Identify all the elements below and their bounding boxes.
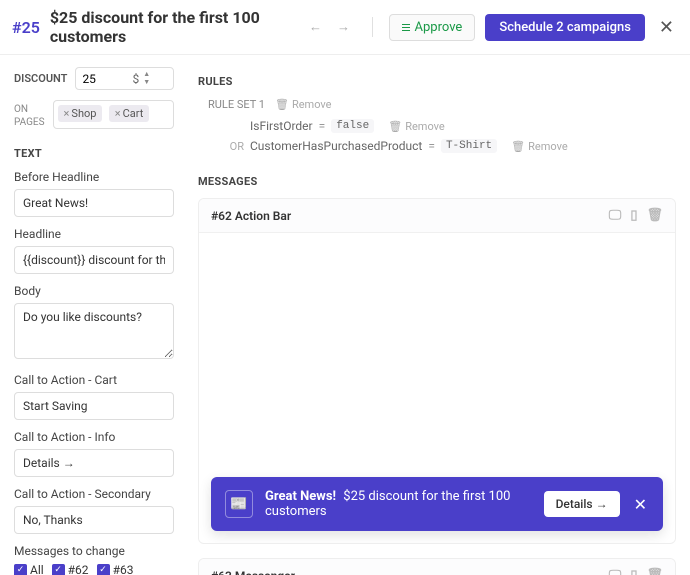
mobile-icon[interactable]: ▯ bbox=[630, 568, 637, 575]
pages-field[interactable]: ×Shop ×Cart bbox=[53, 100, 174, 129]
divider bbox=[372, 17, 373, 37]
action-bar-banner: 📰 Great News! $25 discount for the first… bbox=[211, 477, 663, 531]
cta-cart-input[interactable] bbox=[14, 392, 174, 420]
message-card-title: #62 Action Bar bbox=[211, 209, 609, 223]
trash-icon: 🗑 bbox=[275, 98, 289, 111]
body-textarea[interactable] bbox=[14, 303, 174, 359]
discount-field[interactable]: $ ▲▼ bbox=[75, 67, 174, 90]
cta-info-label: Call to Action - Info bbox=[14, 430, 174, 444]
headline-input[interactable] bbox=[14, 246, 174, 274]
close-icon[interactable]: ✕ bbox=[655, 17, 678, 38]
prev-icon[interactable]: ← bbox=[304, 15, 328, 39]
discount-unit: $ bbox=[132, 72, 139, 86]
main-area: RULES RULE SET 1 🗑Remove IsFirstOrder = … bbox=[188, 55, 690, 575]
cta-secondary-label: Call to Action - Secondary bbox=[14, 487, 174, 501]
cta-info-input[interactable] bbox=[14, 449, 174, 477]
checkbox-all[interactable]: ✓ bbox=[14, 564, 27, 575]
nav-buttons: ← → bbox=[304, 15, 356, 39]
campaign-id: #25 bbox=[12, 18, 40, 37]
trash-icon: 🗑 bbox=[388, 120, 402, 133]
message-preview: 📰 Great News! $25 discount for the first… bbox=[199, 233, 675, 543]
text-section-header: TEXT bbox=[14, 147, 174, 160]
rule-or-label: OR bbox=[218, 140, 244, 153]
before-headline-input[interactable] bbox=[14, 189, 174, 217]
banner-close-icon[interactable]: ✕ bbox=[632, 495, 649, 514]
approve-icon bbox=[402, 24, 410, 31]
checkbox-63[interactable]: ✓ bbox=[97, 564, 110, 575]
body-label: Body bbox=[14, 284, 174, 298]
quantity-stepper[interactable]: ▲▼ bbox=[143, 71, 150, 86]
banner-headline: Great News! bbox=[265, 489, 336, 504]
banner-text: Great News! $25 discount for the first 1… bbox=[265, 489, 532, 519]
trash-icon[interactable]: 🗑 bbox=[646, 208, 663, 223]
page-title: $25 discount for the first 100 customers bbox=[50, 8, 294, 46]
approve-button[interactable]: Approve bbox=[389, 14, 476, 41]
desktop-icon[interactable]: 🖵 bbox=[609, 568, 622, 575]
chip-remove-icon[interactable]: × bbox=[115, 107, 121, 120]
ruleset-label: RULE SET 1 bbox=[208, 98, 265, 111]
ruleset-remove[interactable]: 🗑Remove bbox=[275, 98, 332, 111]
headline-label: Headline bbox=[14, 227, 174, 241]
cta-cart-label: Call to Action - Cart bbox=[14, 373, 174, 387]
rule-remove[interactable]: 🗑Remove bbox=[511, 140, 568, 153]
schedule-button[interactable]: Schedule 2 campaigns bbox=[485, 14, 645, 41]
pages-label: ONPAGES bbox=[14, 100, 45, 129]
messages-checkboxes: ✓All ✓#62 ✓#63 ✓#64 bbox=[14, 563, 174, 575]
message-card-title: #63 Messenger bbox=[211, 569, 609, 575]
rule-name: IsFirstOrder bbox=[250, 119, 313, 133]
cta-secondary-input[interactable] bbox=[14, 506, 174, 534]
banner-cta-button[interactable]: Details → bbox=[544, 491, 620, 517]
trash-icon: 🗑 bbox=[511, 140, 525, 153]
page-chip-shop[interactable]: ×Shop bbox=[58, 105, 103, 122]
discount-label: DISCOUNT bbox=[14, 72, 67, 85]
news-icon: 📰 bbox=[225, 490, 253, 518]
checkbox-62[interactable]: ✓ bbox=[52, 564, 65, 575]
desktop-icon[interactable]: 🖵 bbox=[609, 208, 622, 223]
messages-change-label: Messages to change bbox=[14, 544, 174, 558]
rule-remove[interactable]: 🗑Remove bbox=[388, 120, 445, 133]
approve-label: Approve bbox=[415, 20, 463, 35]
page-chip-cart[interactable]: ×Cart bbox=[109, 105, 150, 122]
rule-line-1: IsFirstOrder = false 🗑Remove bbox=[218, 119, 676, 133]
discount-input[interactable] bbox=[82, 72, 132, 86]
ruleset-header: RULE SET 1 🗑Remove bbox=[208, 98, 676, 111]
rule-value: false bbox=[331, 119, 374, 133]
mobile-icon[interactable]: ▯ bbox=[630, 208, 637, 223]
rule-value: T-Shirt bbox=[441, 139, 497, 153]
header-bar: #25 $25 discount for the first 100 custo… bbox=[0, 0, 690, 55]
rule-name: CustomerHasPurchasedProduct bbox=[250, 139, 422, 153]
message-card-62: #62 Action Bar 🖵 ▯ 🗑 📰 Great News! $25 d… bbox=[198, 198, 676, 544]
rules-section-header: RULES bbox=[198, 75, 676, 88]
chip-remove-icon[interactable]: × bbox=[64, 107, 70, 120]
rule-line-2: OR CustomerHasPurchasedProduct = T-Shirt… bbox=[218, 139, 676, 153]
sidebar: DISCOUNT $ ▲▼ ONPAGES ×Shop ×Cart TEXT B… bbox=[0, 55, 188, 575]
trash-icon[interactable]: 🗑 bbox=[646, 568, 663, 575]
messages-section-header: MESSAGES bbox=[198, 175, 676, 188]
next-icon[interactable]: → bbox=[332, 15, 356, 39]
before-headline-label: Before Headline bbox=[14, 170, 174, 184]
message-card-63: #63 Messenger 🖵 ▯ 🗑 bbox=[198, 558, 676, 575]
